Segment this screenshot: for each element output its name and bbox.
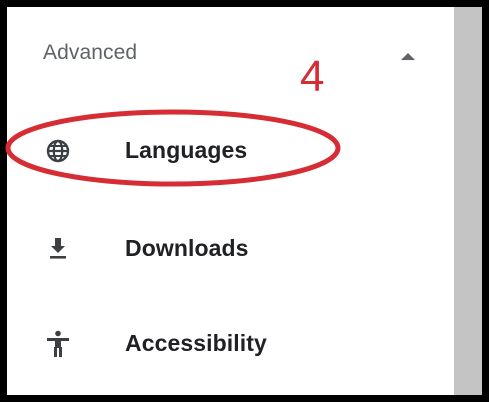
section-title: Advanced (43, 41, 138, 64)
sidebar-item-label: Languages (125, 137, 248, 163)
sidebar-item-languages[interactable]: Languages (43, 130, 443, 174)
settings-menu-frame: Advanced Languages Downloads Accessibili… (0, 0, 489, 402)
globe-icon (46, 139, 70, 163)
settings-sidebar-menu: Advanced Languages Downloads Accessibili… (7, 7, 454, 395)
annotation-step-number: 4 (300, 52, 325, 101)
chevron-up-icon[interactable] (400, 51, 416, 61)
sidebar-item-downloads[interactable]: Downloads (43, 228, 443, 272)
download-icon (50, 238, 66, 259)
sidebar-item-accessibility[interactable]: Accessibility (43, 323, 443, 367)
sidebar-item-label: Accessibility (125, 330, 267, 356)
content-scroll-area[interactable] (454, 7, 482, 395)
advanced-section-header[interactable]: Advanced (43, 41, 433, 75)
accessibility-icon (47, 330, 69, 357)
sidebar-item-label: Downloads (125, 235, 249, 261)
